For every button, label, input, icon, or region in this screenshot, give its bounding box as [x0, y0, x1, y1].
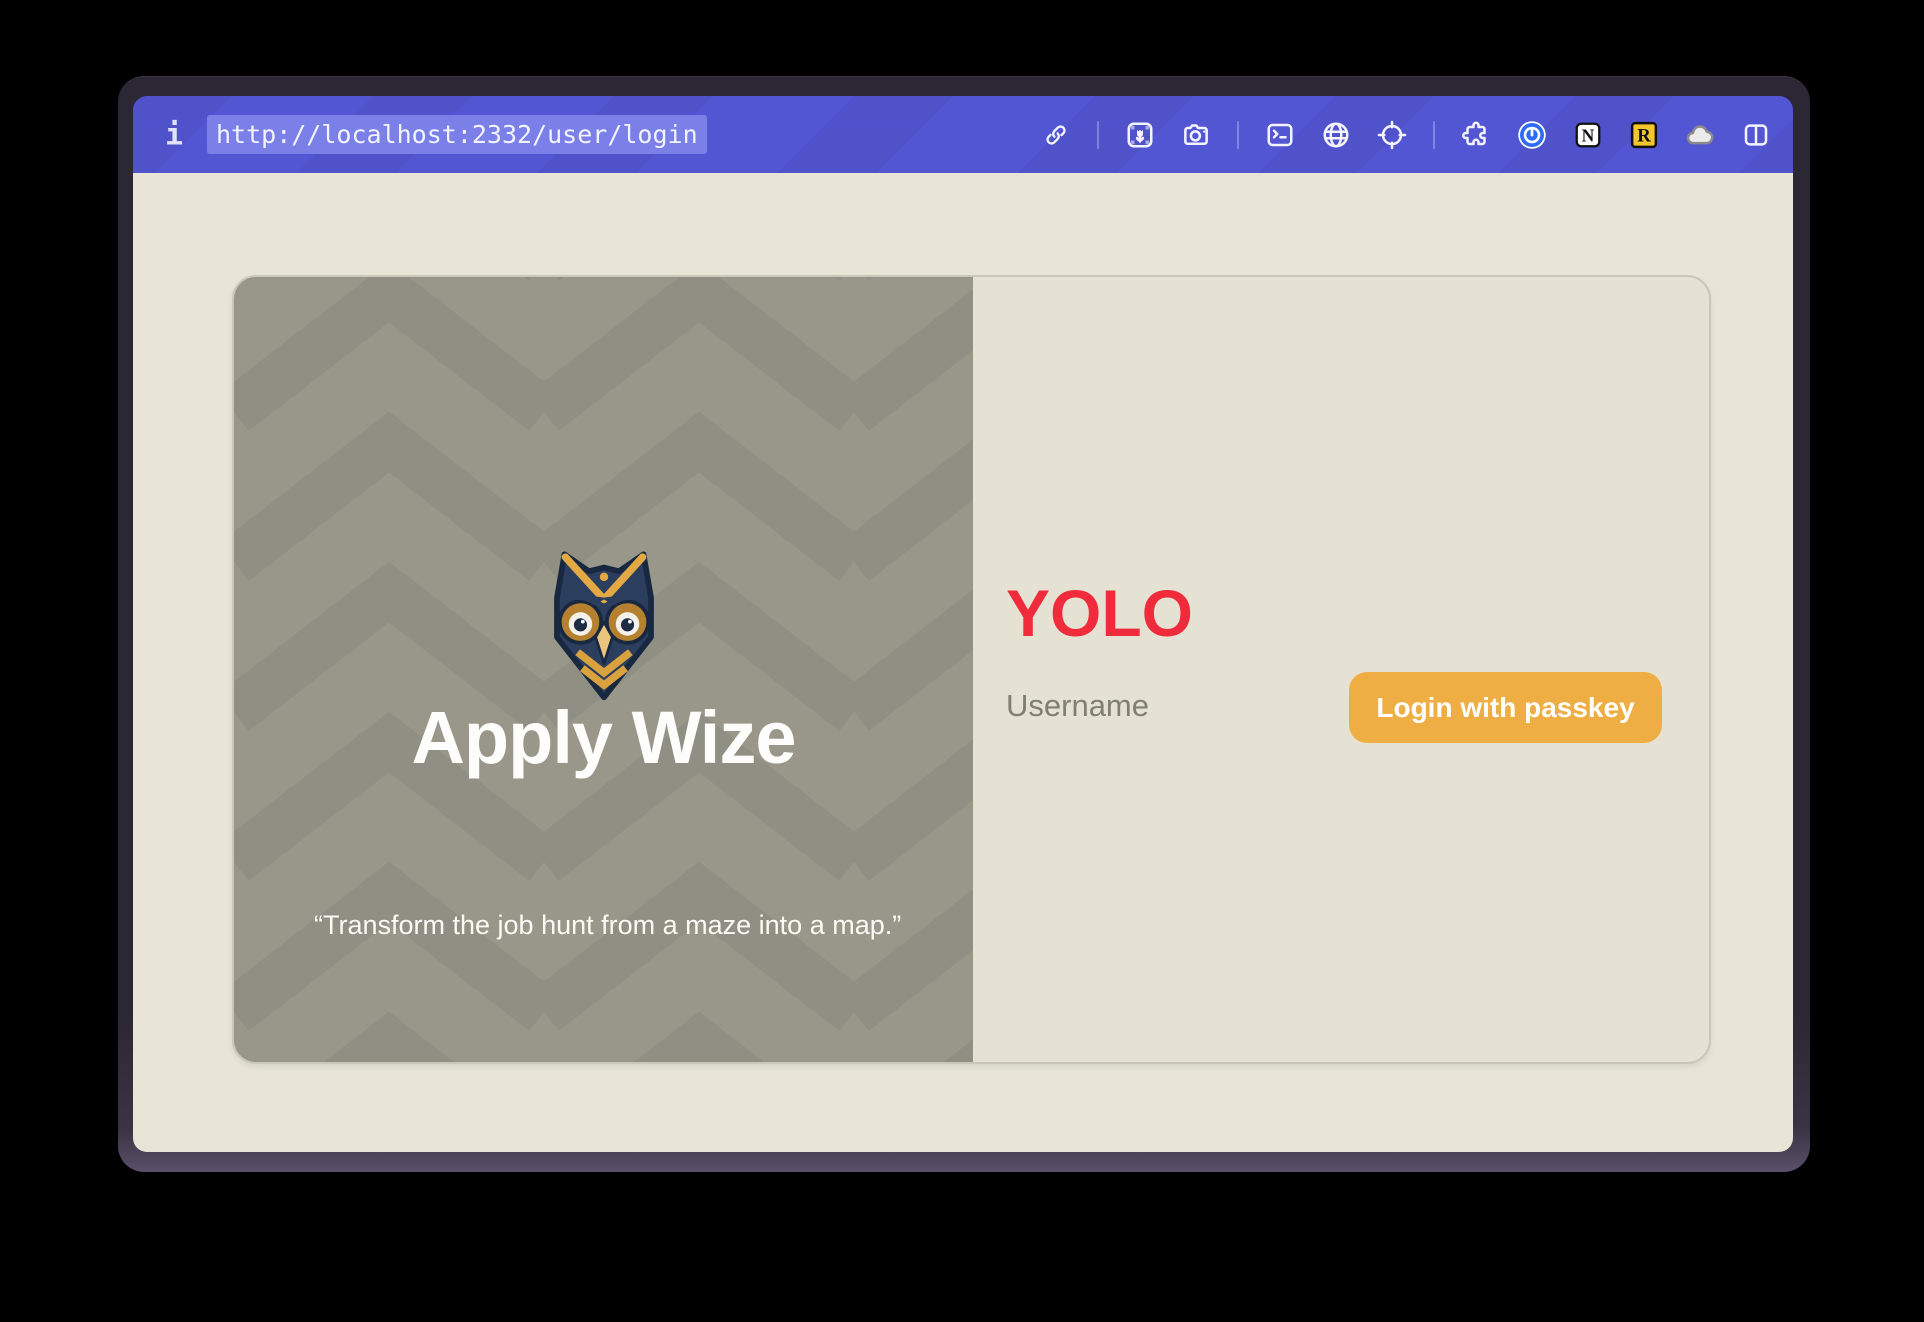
- login-card: Apply Wize “Transform the job hunt from …: [232, 275, 1711, 1064]
- passkey-login-button[interactable]: Login with passkey: [1349, 672, 1662, 743]
- url-input[interactable]: http://localhost:2332/user/login: [207, 113, 707, 157]
- username-input[interactable]: [1006, 682, 1306, 730]
- notion-icon[interactable]: N: [1573, 120, 1603, 150]
- flash-heading: YOLO: [1006, 575, 1193, 651]
- camera-icon[interactable]: [1181, 120, 1211, 150]
- login-panel: YOLO Login with passkey: [973, 277, 1709, 1062]
- cloud-icon[interactable]: [1685, 120, 1715, 150]
- browser-toolbar: i http://localhost:2332/user/login: [133, 96, 1793, 173]
- toolbar-divider: [1433, 121, 1435, 149]
- link-icon[interactable]: [1041, 120, 1071, 150]
- brand-panel: Apply Wize “Transform the job hunt from …: [234, 277, 973, 1062]
- toolbar-divider: [1097, 121, 1099, 149]
- crosshair-icon[interactable]: [1377, 120, 1407, 150]
- notion-glyph: N: [1582, 125, 1595, 145]
- browser-window: i http://localhost:2332/user/login: [118, 76, 1810, 1172]
- globe-icon[interactable]: [1321, 120, 1351, 150]
- toolbar-icon-row: N R: [1041, 120, 1771, 150]
- puzzle-extension-icon[interactable]: [1461, 120, 1491, 150]
- terminal-icon[interactable]: [1265, 120, 1295, 150]
- brand-title: Apply Wize: [234, 695, 973, 780]
- flower-frame-icon[interactable]: [1125, 120, 1155, 150]
- split-view-icon[interactable]: [1741, 120, 1771, 150]
- url-text: http://localhost:2332/user/login: [207, 115, 707, 154]
- 1password-icon[interactable]: [1517, 120, 1547, 150]
- login-page: Apply Wize “Transform the job hunt from …: [133, 173, 1793, 1152]
- r-extension-icon[interactable]: R: [1629, 120, 1659, 150]
- brand-tagline: “Transform the job hunt from a maze into…: [314, 905, 904, 947]
- toolbar-divider: [1237, 121, 1239, 149]
- r-glyph: R: [1637, 125, 1651, 146]
- owl-logo: [537, 543, 671, 703]
- info-icon[interactable]: i: [165, 117, 183, 152]
